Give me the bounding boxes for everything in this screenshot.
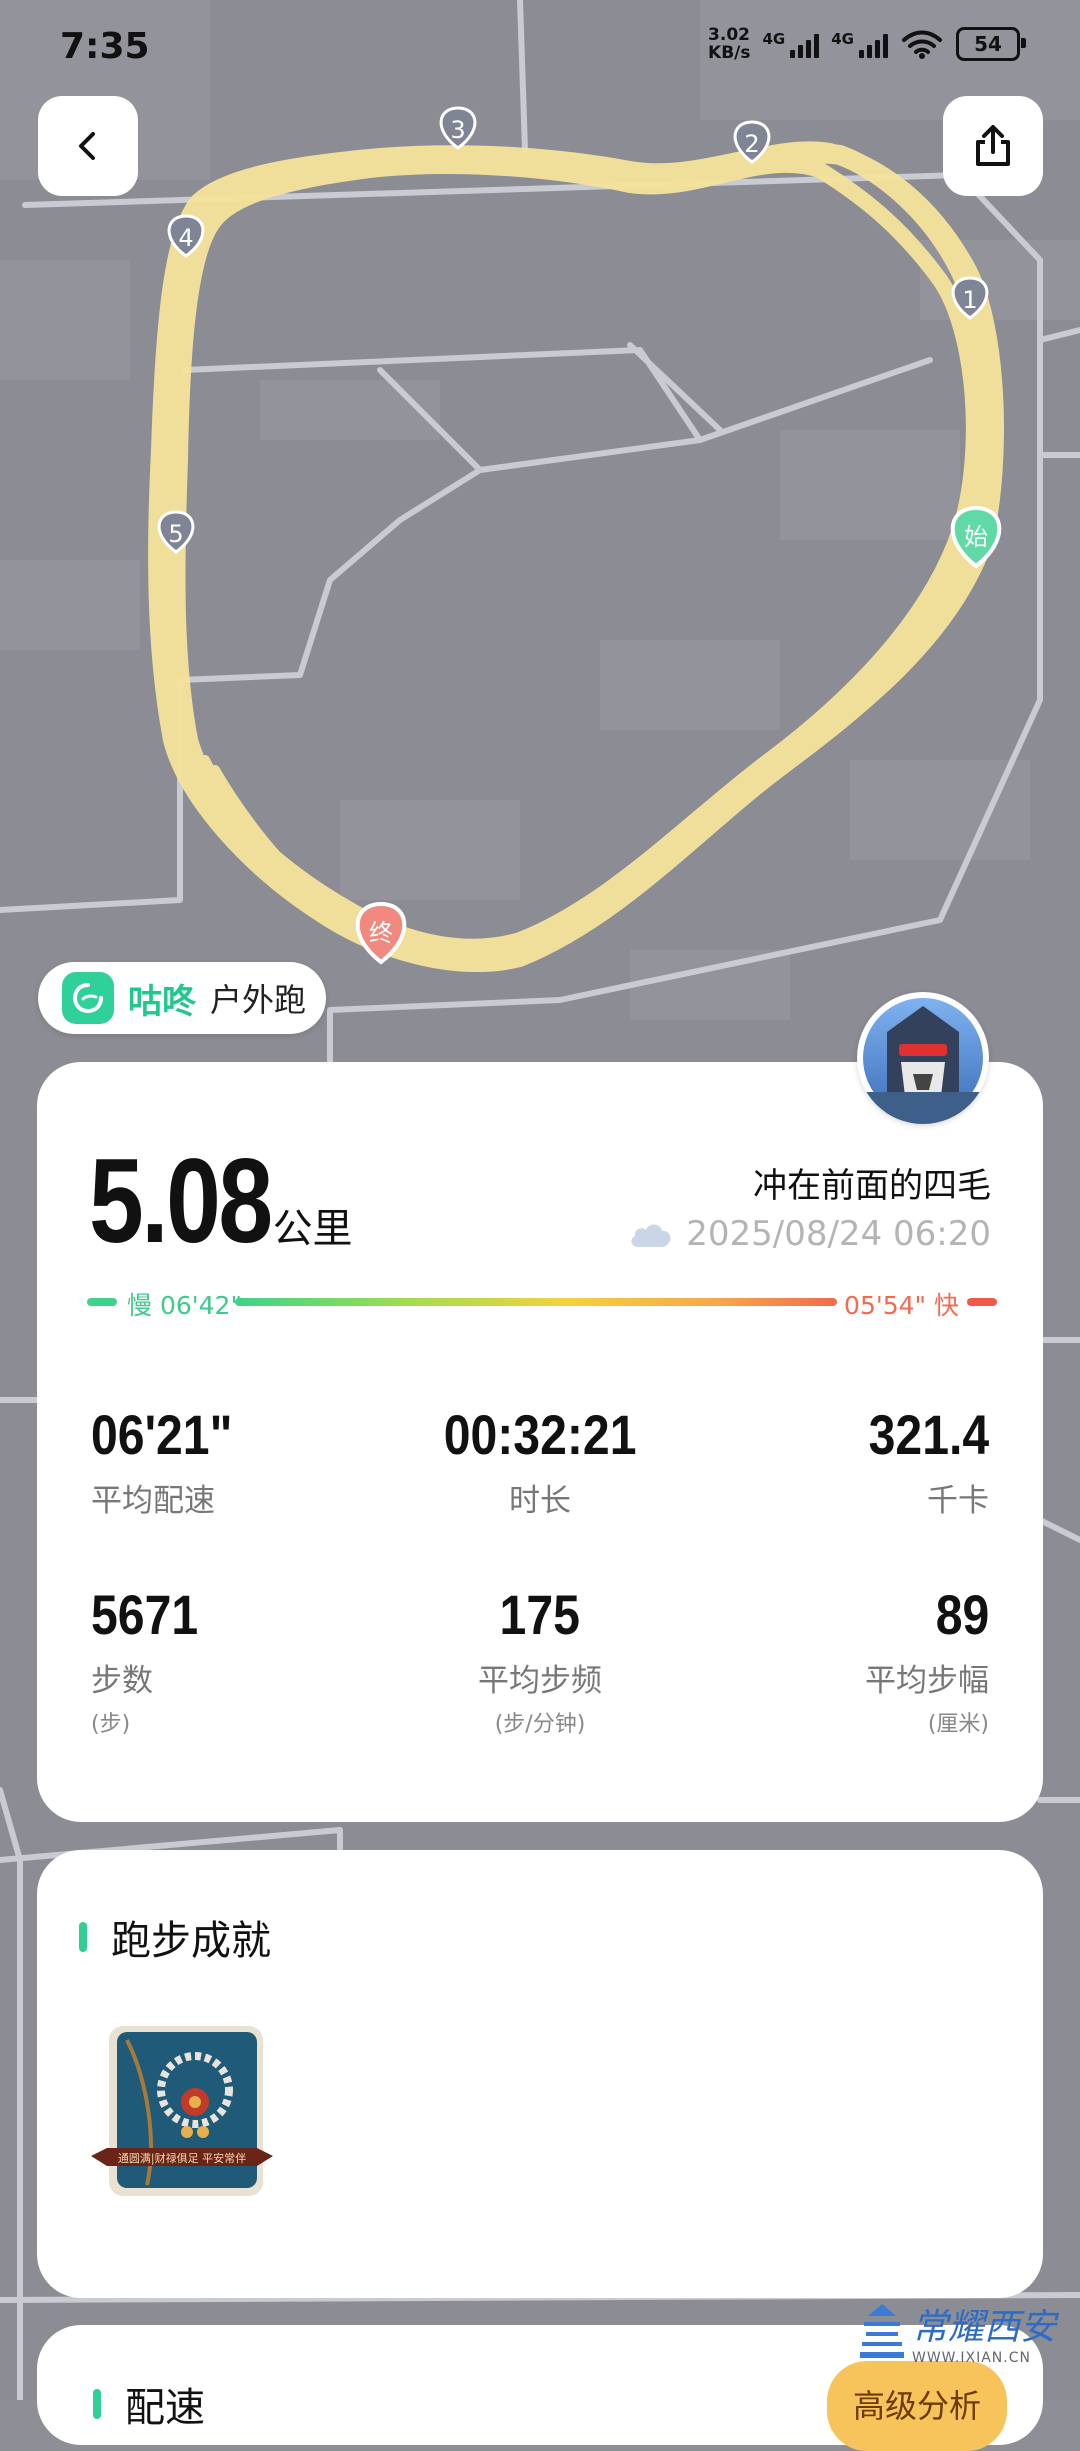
metric-unit: (步/分钟): [494, 1712, 586, 1737]
battery-icon: 54: [956, 27, 1026, 61]
metric-label: 千卡: [927, 1483, 989, 1519]
share-button[interactable]: [943, 96, 1043, 196]
signal-icon: 4G: [763, 30, 820, 58]
metric-label: 平均配速: [91, 1483, 215, 1519]
run-summary-card: 5.08 公里 冲在前面的四毛 2025/08/24 06:20 慢 06'42…: [37, 1062, 1043, 1822]
km-marker-label: 1: [962, 286, 977, 314]
km-marker-label: 3: [450, 116, 465, 144]
brand-name: 咕咚: [128, 981, 196, 1022]
network-speed-unit: KB/s: [708, 43, 751, 63]
metric-value: 175: [499, 1583, 581, 1646]
achievements-title: 跑步成就: [79, 1908, 271, 1966]
metric-cadence: 175 平均步频 (步/分钟): [390, 1582, 690, 1738]
pace-slow-indicator: [87, 1298, 117, 1306]
distance: 5.08 公里: [89, 1132, 353, 1270]
metric-value: 00:32:21: [443, 1403, 637, 1466]
metric-label: 平均步频: [478, 1663, 602, 1699]
status-time: 7:35: [60, 26, 150, 67]
pace-range-bar: 慢 06'42" 05'54" 快: [87, 1286, 997, 1320]
wifi-icon: [902, 30, 942, 59]
metric-calories: 321.4 千卡: [689, 1402, 989, 1520]
metric-stride: 89 平均步幅 (厘米): [689, 1582, 989, 1738]
metric-label: 时长: [509, 1483, 571, 1519]
cloud-icon: [631, 1224, 671, 1247]
signal-label: 4G: [762, 30, 786, 48]
metric-value: 5671: [91, 1583, 199, 1646]
signal-label: 4G: [831, 30, 854, 48]
pace-slow-label: 慢 06'42": [127, 1291, 242, 1320]
advanced-analysis-button[interactable]: 高级分析: [827, 2361, 1007, 2451]
km-marker-label: 4: [178, 224, 193, 252]
metric-duration: 00:32:21 时长: [390, 1402, 690, 1520]
status-bar: 7:35 3.02 KB/s 4G 4G 54: [0, 0, 1080, 96]
user-name: 冲在前面的四毛: [753, 1166, 991, 1206]
achievement-medal[interactable]: 通圆满|财禄俱足 平安常伴: [87, 2020, 277, 2200]
achievements-card: 跑步成就 通圆满|财禄俱足 平安常伴: [37, 1850, 1043, 2298]
distance-value: 5.08: [89, 1134, 273, 1268]
metric-avg-pace: 06'21" 平均配速: [91, 1402, 391, 1520]
watermark-url: WWW.IXIAN.CN: [912, 2350, 1031, 2366]
metric-label: 步数: [91, 1663, 153, 1699]
battery-level: 54: [974, 32, 1002, 56]
metric-value: 321.4: [868, 1403, 989, 1466]
pace-fast-indicator: [967, 1298, 997, 1306]
chevron-left-icon: [79, 132, 95, 160]
achievements-title-text: 跑步成就: [111, 1918, 271, 1964]
pace-section-title-text: 配速: [125, 2385, 205, 2431]
avatar[interactable]: [857, 992, 989, 1124]
end-marker-label: 终: [369, 919, 393, 947]
km-marker-label: 5: [168, 520, 183, 548]
share-icon: [976, 125, 1010, 166]
km-marker-label: 2: [744, 130, 759, 158]
title-accent: [93, 2389, 101, 2419]
metric-unit: (厘米): [927, 1712, 989, 1737]
run-date-text: 2025/08/24 06:20: [686, 1214, 991, 1254]
activity-type: 户外跑: [210, 981, 307, 1019]
medal-image: 通圆满|财禄俱足 平安常伴: [91, 2026, 273, 2196]
status-icons: 3.02 KB/s 4G 4G 54: [708, 26, 1026, 62]
network-speed: 3.02 KB/s: [708, 26, 750, 62]
pace-fast-label: 05'54" 快: [844, 1291, 959, 1320]
medal-caption: 通圆满|财禄俱足 平安常伴: [118, 2151, 246, 2166]
metric-value: 89: [935, 1583, 989, 1646]
brand-logo-icon: [62, 972, 114, 1024]
title-accent: [79, 1922, 87, 1952]
distance-unit: 公里: [272, 1206, 353, 1252]
run-date: 2025/08/24 06:20: [628, 1214, 991, 1254]
pace-gradient: [235, 1298, 837, 1306]
network-speed-value: 3.02: [708, 25, 750, 45]
watermark-logo-icon: [860, 2304, 904, 2358]
brand-pill: 咕咚 户外跑: [38, 962, 326, 1034]
avatar-image: [857, 998, 989, 1124]
watermark-text: 常耀西安: [912, 2307, 1057, 2348]
metric-value: 06'21": [91, 1403, 233, 1466]
metric-steps: 5671 步数 (步): [91, 1582, 391, 1738]
metric-label: 平均步幅: [865, 1663, 989, 1699]
back-button[interactable]: [38, 96, 138, 196]
watermark: 常耀西安 WWW.IXIAN.CN: [860, 2298, 1056, 2366]
metric-unit: (步): [91, 1712, 131, 1737]
start-marker-label: 始: [964, 523, 988, 551]
signal-icon: 4G: [831, 30, 888, 58]
pace-section-title: 配速: [93, 2375, 205, 2433]
